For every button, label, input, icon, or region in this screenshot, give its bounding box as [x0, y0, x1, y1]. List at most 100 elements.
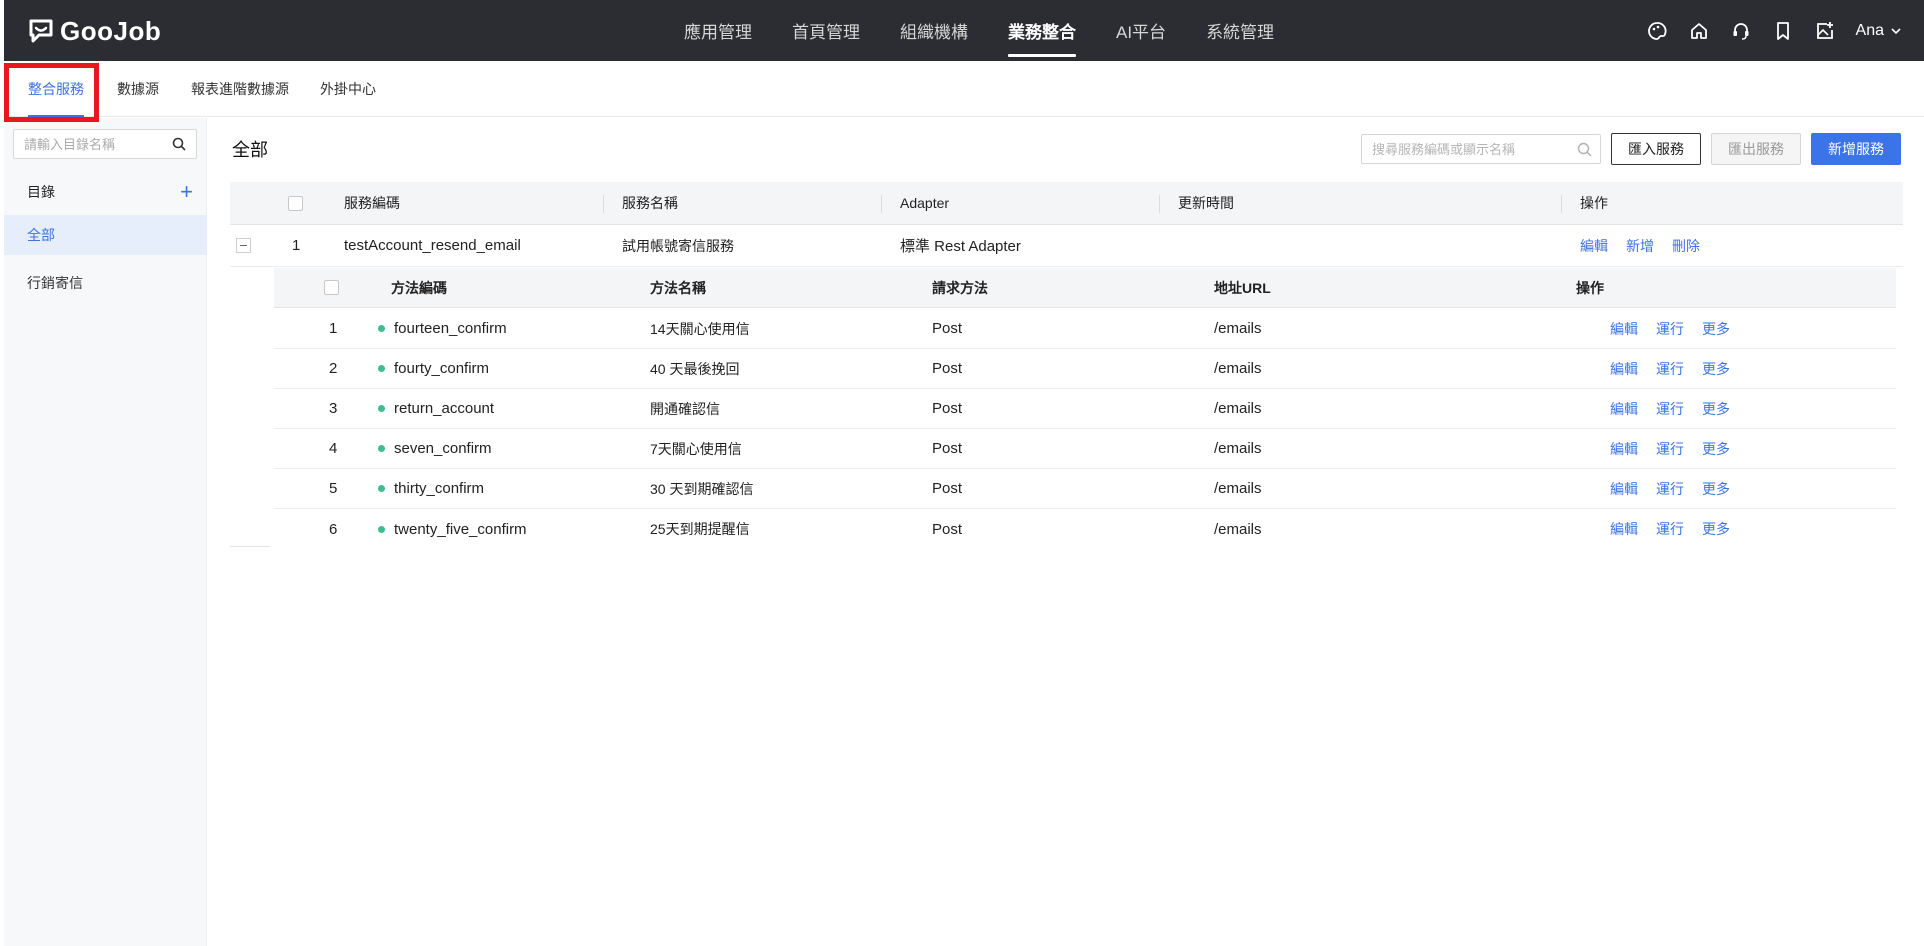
select-all-methods-checkbox[interactable] — [324, 280, 339, 295]
more-actions-link[interactable]: 更多 — [1702, 439, 1730, 459]
column-header-service-name: 服務名稱 — [622, 195, 678, 211]
column-divider[interactable] — [1159, 195, 1160, 213]
palette-icon[interactable] — [1646, 20, 1668, 42]
service-adapter: 標準 Rest Adapter — [900, 238, 1021, 255]
tab-integration-services[interactable]: 整合服務 — [28, 61, 84, 117]
run-method-link[interactable]: 運行 — [1656, 439, 1684, 459]
more-actions-link[interactable]: 更多 — [1702, 479, 1730, 499]
add-method-link[interactable]: 新增 — [1626, 236, 1654, 256]
search-icon[interactable] — [172, 137, 186, 151]
request-method: Post — [932, 400, 963, 417]
nav-ai-platform[interactable]: AI平台 — [1096, 0, 1186, 61]
method-index: 4 — [329, 440, 338, 457]
nav-app-management[interactable]: 應用管理 — [664, 0, 772, 61]
edit-method-link[interactable]: 編輯 — [1610, 439, 1638, 459]
tab-plugin-center[interactable]: 外掛中心 — [320, 61, 376, 117]
logo-icon — [29, 19, 53, 43]
column-header-method-name: 方法名稱 — [650, 279, 706, 296]
method-actions: 編輯 運行 更多 — [1610, 509, 1730, 549]
method-row: 6 twenty_five_confirm 25天到期提醒信 Post /ema… — [274, 509, 1896, 549]
row-index: 1 — [292, 237, 301, 254]
service-search-input[interactable] — [1362, 135, 1562, 163]
run-method-link[interactable]: 運行 — [1656, 399, 1684, 419]
run-method-link[interactable]: 運行 — [1656, 519, 1684, 539]
search-icon[interactable] — [1577, 142, 1592, 157]
column-header-method-code: 方法編碼 — [391, 279, 447, 296]
user-menu[interactable]: Ana — [1856, 22, 1902, 40]
method-row: 2 fourty_confirm 40 天最後挽回 Post /emails 編… — [274, 349, 1896, 389]
edit-method-link[interactable]: 編輯 — [1610, 399, 1638, 419]
method-name: 開通確認信 — [650, 400, 720, 417]
method-name: 25天到期提醒信 — [650, 521, 750, 537]
status-dot — [378, 325, 385, 332]
select-all-checkbox[interactable] — [288, 195, 303, 211]
column-header-actions: 操作 — [1580, 195, 1608, 211]
top-bar: GooJob 應用管理 首頁管理 組織機構 業務整合 AI平台 系統管理 Ana — [4, 0, 1924, 61]
method-name: 7天關心使用信 — [650, 440, 742, 457]
method-actions: 編輯 運行 更多 — [1610, 309, 1730, 348]
address-url: /emails — [1214, 360, 1262, 377]
method-row: 3 return_account 開通確認信 Post /emails 編輯 運… — [274, 389, 1896, 429]
tab-data-sources[interactable]: 數據源 — [117, 61, 159, 117]
user-name: Ana — [1855, 21, 1884, 39]
sidebar-item-all[interactable]: 全部 — [4, 215, 207, 255]
run-method-link[interactable]: 運行 — [1656, 479, 1684, 499]
page-title: 全部 — [232, 140, 268, 160]
directory-search-input[interactable] — [14, 130, 164, 158]
edit-method-link[interactable]: 編輯 — [1610, 479, 1638, 499]
edit-method-link[interactable]: 編輯 — [1610, 519, 1638, 539]
directory-header: 目錄 + — [4, 174, 207, 210]
service-name: 試用帳號寄信服務 — [622, 237, 734, 254]
method-index: 1 — [329, 320, 338, 337]
method-name: 40 天最後挽回 — [650, 360, 740, 377]
request-method: Post — [932, 440, 963, 457]
more-actions-link[interactable]: 更多 — [1702, 359, 1730, 379]
method-code: fourty_confirm — [378, 349, 489, 388]
export-service-button[interactable]: 匯出服務 — [1711, 133, 1801, 165]
request-method: Post — [932, 320, 963, 337]
directory-search — [13, 129, 197, 159]
import-service-button[interactable]: 匯入服務 — [1611, 133, 1701, 165]
app-frame: GooJob 應用管理 首頁管理 組織機構 業務整合 AI平台 系統管理 Ana… — [4, 0, 1924, 946]
method-row: 1 fourteen_confirm 14天關心使用信 Post /emails… — [274, 309, 1896, 349]
support-icon[interactable] — [1730, 20, 1752, 42]
toolbar-icons: Ana — [1646, 0, 1902, 61]
request-method: Post — [932, 520, 963, 538]
address-url: /emails — [1214, 320, 1262, 337]
more-actions-link[interactable]: 更多 — [1702, 519, 1730, 539]
method-name: 14天關心使用信 — [650, 320, 750, 337]
nav-business-integration[interactable]: 業務整合 — [988, 0, 1096, 61]
add-service-button[interactable]: 新增服務 — [1811, 133, 1901, 165]
brand-logo[interactable]: GooJob — [28, 16, 161, 46]
status-dot — [378, 525, 385, 533]
column-divider[interactable] — [881, 195, 882, 213]
status-dot — [378, 365, 385, 372]
edit-method-link[interactable]: 編輯 — [1610, 319, 1638, 339]
sub-tabs: 整合服務 數據源 報表進階數據源 外掛中心 — [4, 61, 1924, 117]
add-directory-icon[interactable]: + — [180, 181, 193, 203]
sidebar-item-marketing-mail[interactable]: 行銷寄信 — [4, 263, 207, 303]
nav-organization[interactable]: 組織機構 — [880, 0, 988, 61]
services-table-header: 服務編碼 服務名稱 Adapter 更新時間 操作 — [230, 182, 1903, 225]
run-method-link[interactable]: 運行 — [1656, 359, 1684, 379]
edit-method-link[interactable]: 編輯 — [1610, 359, 1638, 379]
nav-system-management[interactable]: 系統管理 — [1186, 0, 1294, 61]
method-index: 5 — [329, 480, 338, 497]
request-method: Post — [932, 360, 963, 377]
home-icon[interactable] — [1688, 20, 1710, 42]
column-divider[interactable] — [603, 195, 604, 213]
run-method-link[interactable]: 運行 — [1656, 319, 1684, 339]
column-divider[interactable] — [1561, 195, 1562, 213]
more-actions-link[interactable]: 更多 — [1702, 319, 1730, 339]
column-header-adapter: Adapter — [900, 195, 950, 211]
edit-service-link[interactable]: 編輯 — [1580, 236, 1608, 256]
image-add-icon[interactable] — [1814, 20, 1836, 42]
nav-homepage-management[interactable]: 首頁管理 — [772, 0, 880, 61]
tab-report-advanced-data-sources[interactable]: 報表進階數據源 — [191, 61, 289, 117]
more-actions-link[interactable]: 更多 — [1702, 399, 1730, 419]
delete-service-link[interactable]: 刪除 — [1672, 236, 1700, 256]
bookmark-icon[interactable] — [1772, 20, 1794, 42]
method-code: twenty_five_confirm — [378, 509, 527, 549]
collapse-row-button[interactable] — [236, 238, 251, 253]
main-nav: 應用管理 首頁管理 組織機構 業務整合 AI平台 系統管理 — [664, 0, 1294, 61]
